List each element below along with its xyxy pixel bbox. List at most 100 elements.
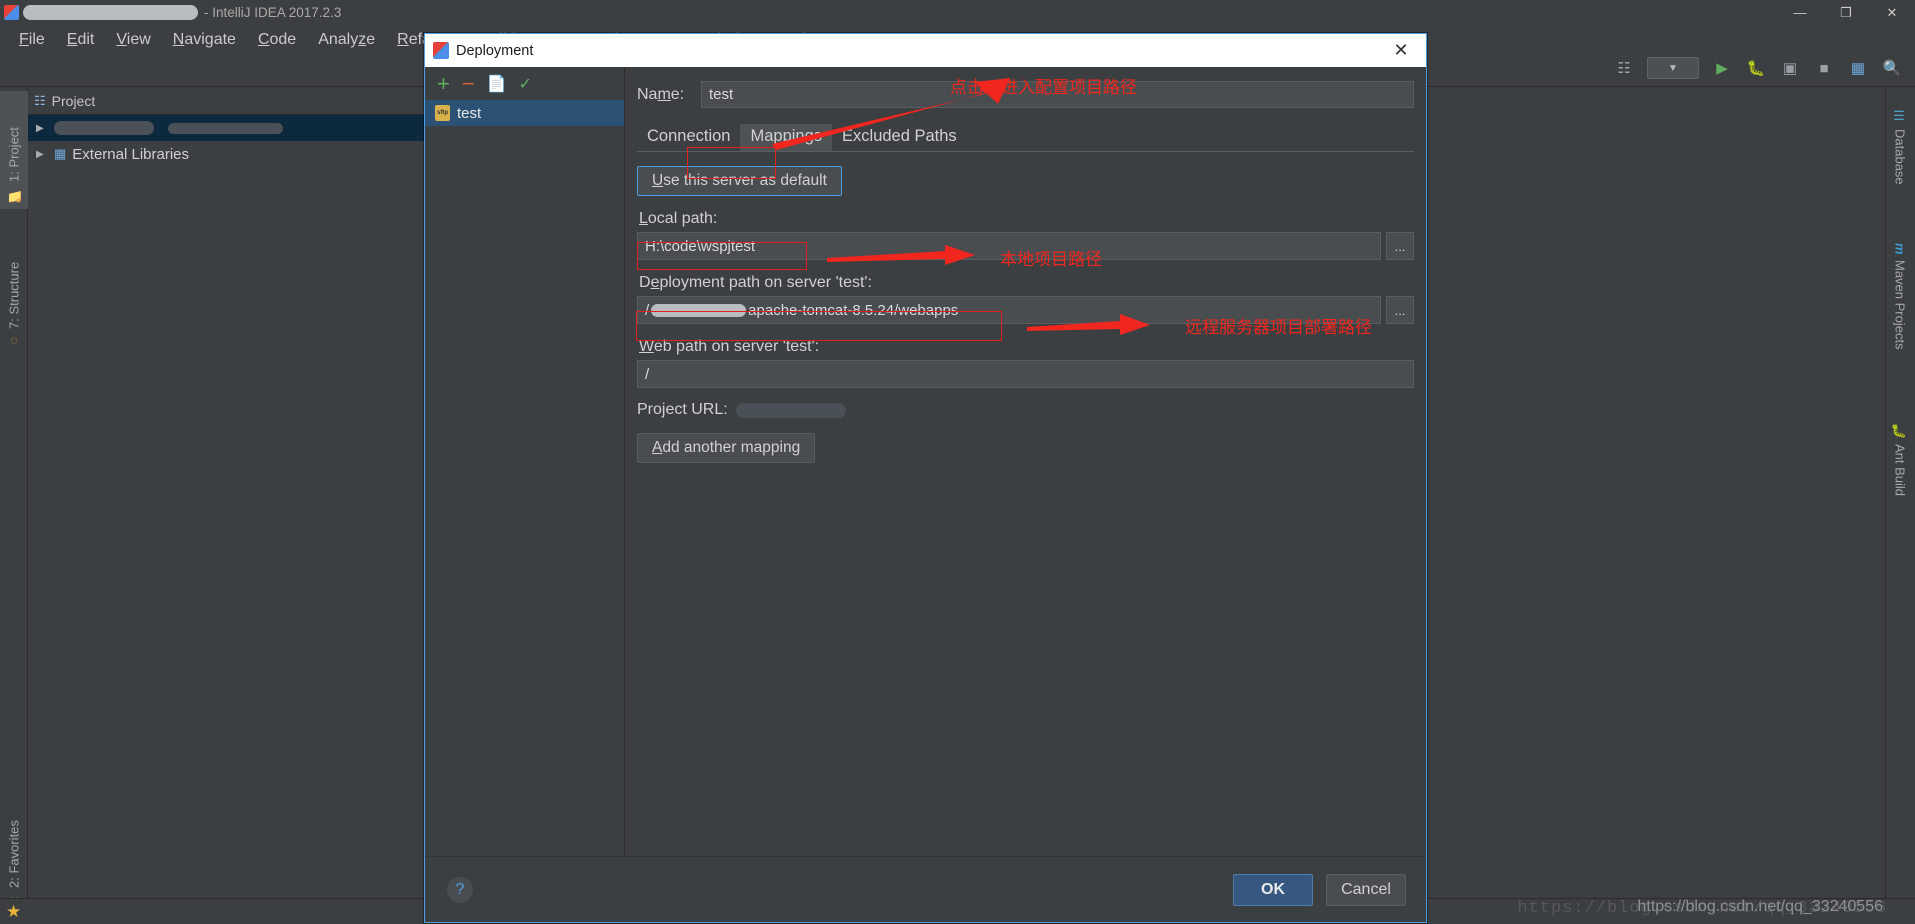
web-path-row: / — [637, 360, 1414, 388]
minimize-button[interactable]: — — [1777, 0, 1823, 25]
add-server-button[interactable]: + — [437, 72, 450, 95]
annotation-text-deployment-path: 远程服务器项目部署路径 — [1185, 318, 1372, 338]
ok-button[interactable]: OK — [1233, 873, 1313, 906]
web-path-input[interactable]: / — [637, 360, 1414, 388]
window-controls: — ❐ ✕ — [1777, 0, 1915, 25]
tab-mappings[interactable]: Mappings — [740, 124, 833, 151]
use-server-as-default-button[interactable]: Use this server as default — [637, 166, 842, 196]
ide-title-text: - IntelliJ IDEA 2017.2.3 — [204, 5, 342, 20]
server-list-panel: + − 📄 ✓ sftp test — [425, 67, 625, 890]
tab-excluded-paths[interactable]: Excluded Paths — [832, 124, 967, 151]
sftp-icon: sftp — [435, 105, 450, 121]
web-path-label: Web path on server 'test': — [639, 338, 820, 355]
run-configuration-combo[interactable]: ▼ — [1647, 57, 1699, 79]
ant-icon: 🐛 — [1892, 423, 1908, 439]
project-icon: 📁 — [6, 187, 22, 203]
mappings-panel: Use this server as default Local path: H… — [637, 152, 1414, 463]
screen-root: - IntelliJ IDEA 2017.2.3 — ❐ ✕ File Edit… — [0, 0, 1915, 924]
dialog-footer: ? OK Cancel — [425, 856, 1426, 922]
deployment-path-prefix: / — [645, 301, 650, 319]
stop-icon[interactable]: ■ — [1813, 57, 1835, 79]
dialog-titlebar: Deployment ✕ — [425, 34, 1426, 67]
redacted-project-url — [735, 402, 846, 418]
maximize-button[interactable]: ❐ — [1823, 0, 1869, 25]
name-label: Name: — [637, 85, 685, 103]
sidebar-item-maven-label: Maven Projects — [1892, 259, 1908, 350]
library-icon: ▦ — [54, 146, 67, 161]
sidebar-item-maven[interactable]: m Maven Projects — [1885, 235, 1915, 400]
structure-icon: ◌ — [6, 334, 22, 349]
project-tool-window: ☷ Project ▼ ⚙ ≡ ▶ ▶ ▦ External Libraries — [28, 87, 478, 924]
set-default-button[interactable]: ✓ — [519, 74, 532, 94]
redacted-tree-label — [54, 121, 154, 135]
server-list-toolbar: + − 📄 ✓ — [425, 67, 624, 100]
sidebar-item-project-label: 1: Project — [6, 127, 22, 183]
sidebar-item-structure-label: 7: Structure — [6, 261, 22, 329]
dialog-title-text: Deployment — [456, 42, 534, 59]
tree-item-project-root[interactable]: ▶ — [28, 115, 477, 141]
intellij-icon — [433, 42, 449, 59]
run-icon[interactable]: ▶ — [1711, 57, 1733, 79]
sidebar-item-structure[interactable]: ◌ 7: Structure — [0, 219, 28, 355]
deployment-path-label: Deployment path on server 'test': — [639, 274, 872, 291]
project-url-label: Project URL: — [637, 401, 728, 418]
expand-arrow-icon[interactable]: ▶ — [36, 149, 44, 160]
sidebar-item-favorites-label: 2: Favorites — [6, 820, 22, 888]
expand-arrow-icon[interactable]: ▶ — [36, 123, 44, 134]
sidebar-item-ant[interactable]: 🐛 Ant Build — [1885, 415, 1915, 525]
intellij-logo-icon — [4, 5, 19, 20]
deployment-path-browse-button[interactable]: ... — [1386, 296, 1414, 324]
close-icon[interactable]: ✕ — [1384, 34, 1418, 67]
menu-view[interactable]: View — [105, 29, 161, 51]
server-list-item-test[interactable]: sftp test — [425, 100, 624, 126]
local-path-browse-button[interactable]: ... — [1386, 232, 1414, 260]
redacted-project-name — [23, 5, 198, 20]
deployment-dialog: Deployment ✕ + − 📄 ✓ sftp test Name: tes… — [424, 33, 1427, 923]
remove-server-button[interactable]: − — [462, 72, 475, 95]
help-button[interactable]: ? — [447, 876, 473, 903]
sidebar-item-project[interactable]: 📁 1: Project — [0, 91, 28, 209]
layout-icon[interactable]: ▦ — [1847, 57, 1869, 79]
debug-icon[interactable]: 🐛 — [1745, 57, 1767, 79]
redacted-tree-path — [168, 122, 283, 134]
right-tool-strip: ☰ Database m Maven Projects 🐛 Ant Build — [1885, 87, 1915, 924]
tab-connection[interactable]: Connection — [637, 124, 740, 151]
menu-edit[interactable]: Edit — [56, 29, 106, 51]
add-another-mapping-button[interactable]: Add another mapping — [637, 433, 816, 463]
local-path-label: Local path: — [639, 210, 718, 227]
project-url-row: Project URL: — [637, 401, 1414, 419]
sidebar-item-database[interactable]: ☰ Database — [1885, 101, 1915, 219]
server-list-item-label: test — [457, 104, 482, 122]
favorites-star-icon[interactable]: ★ — [6, 902, 21, 922]
close-button[interactable]: ✕ — [1869, 0, 1915, 25]
sidebar-item-ant-label: Ant Build — [1892, 443, 1908, 496]
project-panel-header: ☷ Project ▼ ⚙ ≡ — [28, 87, 477, 115]
toolbar-right-group: ☷ ▼ ▶ 🐛 ▣ ■ ▦ 🔍 — [1613, 57, 1903, 79]
vcs-update-icon[interactable]: ☷ — [1613, 57, 1635, 79]
copy-server-button[interactable]: 📄 — [487, 74, 507, 94]
coverage-icon[interactable]: ▣ — [1779, 57, 1801, 79]
project-panel-icon: ☷ — [34, 92, 46, 108]
database-icon: ☰ — [1892, 109, 1908, 124]
dialog-action-buttons: OK Cancel — [1233, 873, 1406, 906]
menu-file[interactable]: File — [8, 29, 56, 51]
sidebar-item-favorites[interactable]: ★ 2: Favorites — [0, 774, 28, 914]
redacted-deployment-host — [651, 303, 747, 317]
menu-analyze[interactable]: Analyze — [307, 29, 386, 51]
deployment-path-text: apache-tomcat-8.5.24/webapps — [748, 301, 959, 319]
sidebar-item-database-label: Database — [1892, 129, 1908, 185]
maven-icon: m — [1892, 243, 1908, 255]
annotation-text-mappings: 点击，进入配置项目路径 — [950, 78, 1137, 98]
tree-item-external-libraries-label: External Libraries — [72, 145, 190, 163]
tree-item-external-libraries[interactable]: ▶ ▦ External Libraries — [28, 141, 477, 167]
menu-navigate[interactable]: Navigate — [162, 29, 247, 51]
dialog-body: + − 📄 ✓ sftp test Name: test Connection — [425, 67, 1426, 890]
watermark: https://blog.csdn.net/qq_33240556 — [1637, 898, 1883, 915]
left-tool-strip: 📁 1: Project ◌ 7: Structure ★ 2: Favorit… — [0, 87, 28, 924]
dialog-tabs: Connection Mappings Excluded Paths — [637, 122, 1414, 152]
ide-titlebar: - IntelliJ IDEA 2017.2.3 — ❐ ✕ — [0, 0, 1915, 25]
search-icon[interactable]: 🔍 — [1881, 57, 1903, 79]
menu-code[interactable]: Code — [247, 29, 307, 51]
server-detail-panel: Name: test Connection Mappings Excluded … — [625, 67, 1426, 890]
cancel-button[interactable]: Cancel — [1326, 873, 1406, 906]
